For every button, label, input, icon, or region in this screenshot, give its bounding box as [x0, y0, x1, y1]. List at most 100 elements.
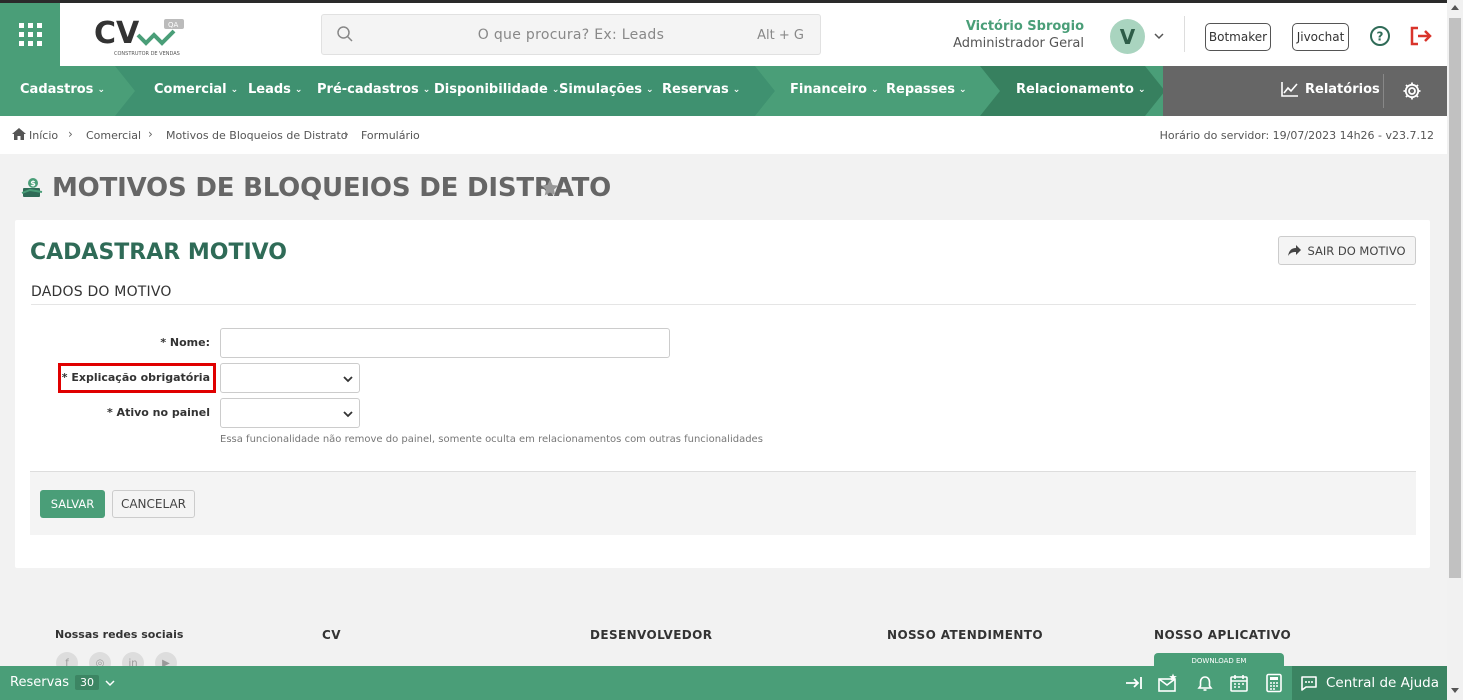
- card-title: CADASTRAR MOTIVO: [30, 240, 288, 265]
- nav-leads[interactable]: Leads ⌄: [248, 82, 302, 97]
- global-search[interactable]: O que procura? Ex: Leads Alt + G: [321, 14, 821, 55]
- help-center-label: Central de Ajuda: [1326, 675, 1439, 691]
- user-name[interactable]: Victório Sbrogio: [966, 19, 1084, 34]
- chart-line-icon: [1281, 82, 1298, 97]
- search-shortcut: Alt + G: [757, 28, 804, 43]
- top-header: CV QA CONSTRUTOR DE VENDAS O que procura…: [0, 0, 1447, 66]
- cancel-button[interactable]: CANCELAR: [112, 490, 195, 518]
- botmaker-button[interactable]: Botmaker: [1205, 23, 1271, 51]
- active-panel-select[interactable]: [220, 398, 360, 428]
- gear-icon[interactable]: [1402, 81, 1422, 101]
- star-icon[interactable]: [540, 178, 560, 198]
- nav-reservas[interactable]: Reservas ⌄: [662, 82, 740, 97]
- reservas-label: Reservas: [10, 675, 69, 690]
- home-icon[interactable]: [12, 128, 26, 140]
- breadcrumb-motivos[interactable]: Motivos de Bloqueios de Distrato: [166, 129, 348, 142]
- nav-comercial[interactable]: Comercial ⌄: [154, 82, 238, 97]
- section-title: DADOS DO MOTIVO: [31, 284, 172, 300]
- share-arrow-icon: [1288, 245, 1302, 256]
- explanation-required-label: * Explicação obrigatória: [61, 371, 210, 384]
- nav-cadastros[interactable]: Cadastros ⌄: [20, 82, 105, 97]
- chevron-down-icon: ⌄: [870, 85, 879, 95]
- page-title: MOTIVOS DE BLOQUEIOS DE DISTRATO: [52, 173, 612, 203]
- nav-disponibilidade[interactable]: Disponibilidade ⌄: [434, 82, 559, 97]
- bell-icon[interactable]: [1195, 673, 1215, 693]
- form-card: CADASTRAR MOTIVO SAIR DO MOTIVO DADOS DO…: [15, 220, 1430, 568]
- bottom-bar: Reservas 30 Central de Ajuda: [0, 666, 1447, 700]
- nav-simulacoes[interactable]: Simulações ⌄: [559, 82, 654, 97]
- main-nav: Cadastros ⌄ Comercial ⌄ Leads ⌄ Pré-cadastr…: [0, 66, 1447, 116]
- svg-text:$: $: [30, 179, 36, 188]
- name-label: * Nome:: [160, 336, 210, 349]
- chevron-down-icon: [343, 376, 353, 383]
- help-icon[interactable]: ?: [1369, 25, 1391, 47]
- scroll-down-arrow[interactable]: [1451, 688, 1459, 693]
- footer-social-title: Nossas redes sociais: [55, 628, 184, 641]
- chevron-down-icon: ⌄: [422, 85, 431, 95]
- help-center-button[interactable]: Central de Ajuda: [1292, 666, 1447, 700]
- cv-logo[interactable]: CV QA CONSTRUTOR DE VENDAS: [92, 13, 192, 57]
- avatar[interactable]: V: [1110, 19, 1145, 54]
- nav-financeiro[interactable]: Financeiro ⌄: [790, 82, 879, 97]
- chevron-down-icon: ⌄: [1137, 85, 1146, 95]
- form-actions: SALVAR CANCELAR: [30, 471, 1416, 535]
- footer-support-title: NOSSO ATENDIMENTO: [887, 628, 1043, 642]
- nav-repasses[interactable]: Repasses ⌄: [886, 82, 966, 97]
- exit-motivo-label: SAIR DO MOTIVO: [1307, 243, 1406, 258]
- chevron-down-icon[interactable]: [1153, 31, 1165, 41]
- svg-text:?: ?: [1377, 30, 1384, 44]
- chevron-down-icon: ⌄: [230, 85, 239, 95]
- mail-star-icon[interactable]: [1158, 673, 1178, 693]
- nav-relatorios-label: Relatórios: [1305, 81, 1380, 97]
- svg-text:QA: QA: [168, 21, 179, 29]
- chevron-down-icon: ⌄: [958, 85, 967, 95]
- scroll-up-arrow[interactable]: [1451, 5, 1459, 10]
- nav-relacionamento[interactable]: Relacionamento ⌄: [1016, 82, 1146, 97]
- grid-icon: [18, 23, 42, 46]
- svg-text:CONSTRUTOR DE VENDAS: CONSTRUTOR DE VENDAS: [114, 51, 180, 57]
- header-divider: [1184, 16, 1185, 52]
- money-hand-icon: $: [21, 178, 43, 197]
- user-role: Administrador Geral: [953, 36, 1084, 51]
- save-button[interactable]: SALVAR: [40, 490, 105, 518]
- chevron-down-icon: ⌄: [97, 85, 105, 95]
- active-panel-hint: Essa funcionalidade não remove do painel…: [220, 434, 763, 445]
- chevron-right-icon: ›: [148, 127, 153, 141]
- chevron-down-icon: ⌄: [732, 85, 741, 95]
- chevron-down-icon: ⌄: [294, 85, 303, 95]
- calendar-icon[interactable]: [1229, 673, 1249, 693]
- name-input[interactable]: [220, 328, 670, 358]
- reservas-widget[interactable]: Reservas 30: [10, 675, 115, 690]
- jivochat-button[interactable]: Jivochat: [1292, 23, 1349, 51]
- chevron-right-icon: ›: [68, 127, 73, 141]
- apps-menu-button[interactable]: [0, 3, 60, 66]
- chevron-right-icon: ›: [344, 127, 349, 141]
- nav-relatorios[interactable]: Relatórios: [1281, 81, 1380, 97]
- footer-cv-title: CV: [322, 628, 341, 642]
- cv-logo-graphic: CV QA CONSTRUTOR DE VENDAS: [94, 16, 184, 57]
- nav-pre-cadastros[interactable]: Pré-cadastros ⌄: [317, 82, 430, 97]
- page-scrollbar[interactable]: [1447, 0, 1463, 700]
- logout-icon[interactable]: [1409, 25, 1433, 47]
- exit-motivo-button[interactable]: SAIR DO MOTIVO: [1278, 236, 1416, 265]
- breadcrumb-comercial[interactable]: Comercial: [86, 129, 141, 142]
- breadcrumb-formulario: Formulário: [361, 129, 420, 142]
- collapse-right-icon[interactable]: [1124, 673, 1144, 693]
- svg-text:CV: CV: [94, 16, 140, 51]
- explanation-required-select[interactable]: [220, 363, 360, 393]
- nav-divider: [1383, 74, 1384, 108]
- chevron-down-icon: ⌄: [646, 85, 654, 95]
- section-divider: [31, 304, 1416, 305]
- footer-dev-title: DESENVOLVEDOR: [590, 628, 713, 642]
- calculator-icon[interactable]: [1264, 673, 1284, 693]
- reservas-count: 30: [75, 675, 99, 690]
- scroll-thumb[interactable]: [1449, 18, 1461, 578]
- server-time: Horário do servidor: 19/07/2023 14h26 - …: [1159, 129, 1434, 142]
- chat-icon: [1301, 676, 1317, 691]
- chevron-down-icon: [343, 411, 353, 418]
- search-placeholder: O que procura? Ex: Leads: [477, 27, 665, 43]
- breadcrumb-inicio[interactable]: Início: [29, 129, 58, 142]
- footer-app-title: NOSSO APLICATIVO: [1154, 628, 1292, 642]
- chevron-down-icon: [105, 679, 115, 686]
- breadcrumb: Início › Comercial › Motivos de Bloqueio…: [0, 116, 1447, 154]
